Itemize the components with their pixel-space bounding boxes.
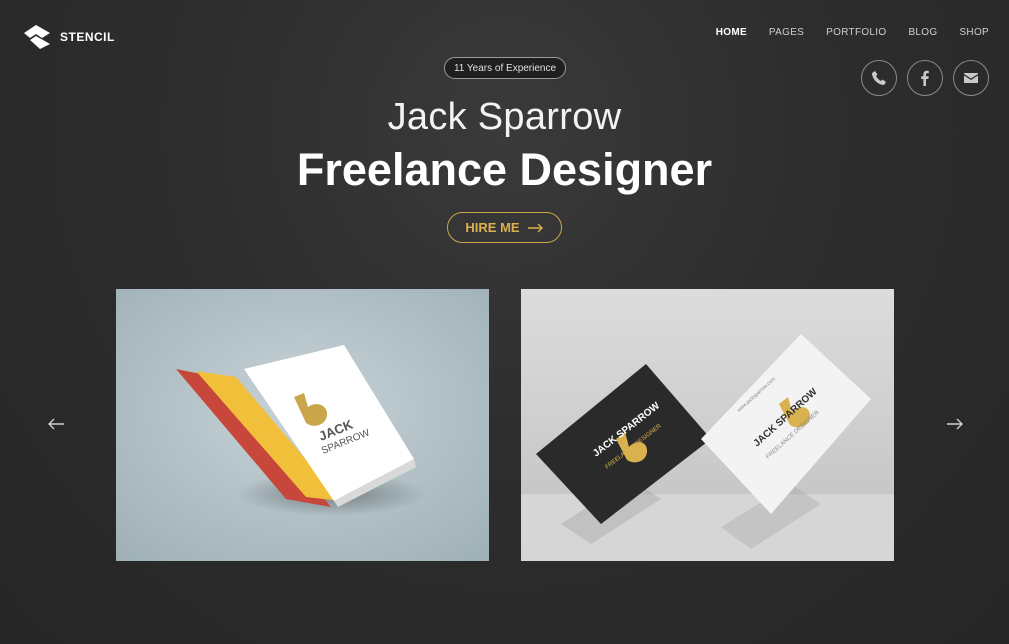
nav-item-home[interactable]: HOME — [716, 27, 747, 38]
business-cards-image: JACK SPARROW FREELANCE DESIGNER www.jack… — [521, 289, 894, 561]
facebook-icon — [921, 70, 929, 86]
phone-button[interactable] — [861, 60, 897, 96]
nav-item-shop[interactable]: SHOP — [959, 27, 989, 38]
hero-name: Jack Sparrow — [387, 96, 622, 138]
brand-logo[interactable]: STENCIL — [22, 25, 115, 49]
slider-prev-button[interactable] — [47, 417, 65, 431]
main-nav: HOME PAGES PORTFOLIO BLOG SHOP — [716, 27, 989, 38]
portfolio-slide-cards[interactable]: JACK SPARROW FREELANCE DESIGNER www.jack… — [521, 289, 894, 561]
book-mockup-image: JACK SPARROW — [116, 289, 489, 561]
arrow-left-icon — [48, 418, 64, 430]
slider-next-button[interactable] — [946, 417, 964, 431]
nav-item-pages[interactable]: PAGES — [769, 27, 804, 38]
logo-mark-icon — [24, 25, 50, 49]
nav-item-blog[interactable]: BLOG — [908, 27, 937, 38]
nav-item-portfolio[interactable]: PORTFOLIO — [826, 27, 886, 38]
experience-badge: 11 Years of Experience — [444, 57, 566, 79]
email-button[interactable] — [953, 60, 989, 96]
envelope-icon — [964, 73, 978, 83]
facebook-button[interactable] — [907, 60, 943, 96]
arrow-right-icon — [947, 418, 963, 430]
phone-icon — [872, 71, 886, 85]
hire-me-label: HIRE ME — [465, 220, 520, 235]
brand-name: STENCIL — [60, 30, 115, 44]
arrow-right-icon — [527, 223, 543, 232]
portfolio-slide-book[interactable]: JACK SPARROW — [116, 289, 489, 561]
hire-me-button[interactable]: HIRE ME — [447, 212, 562, 243]
social-links — [861, 60, 989, 96]
hero-role: Freelance Designer — [296, 144, 713, 195]
